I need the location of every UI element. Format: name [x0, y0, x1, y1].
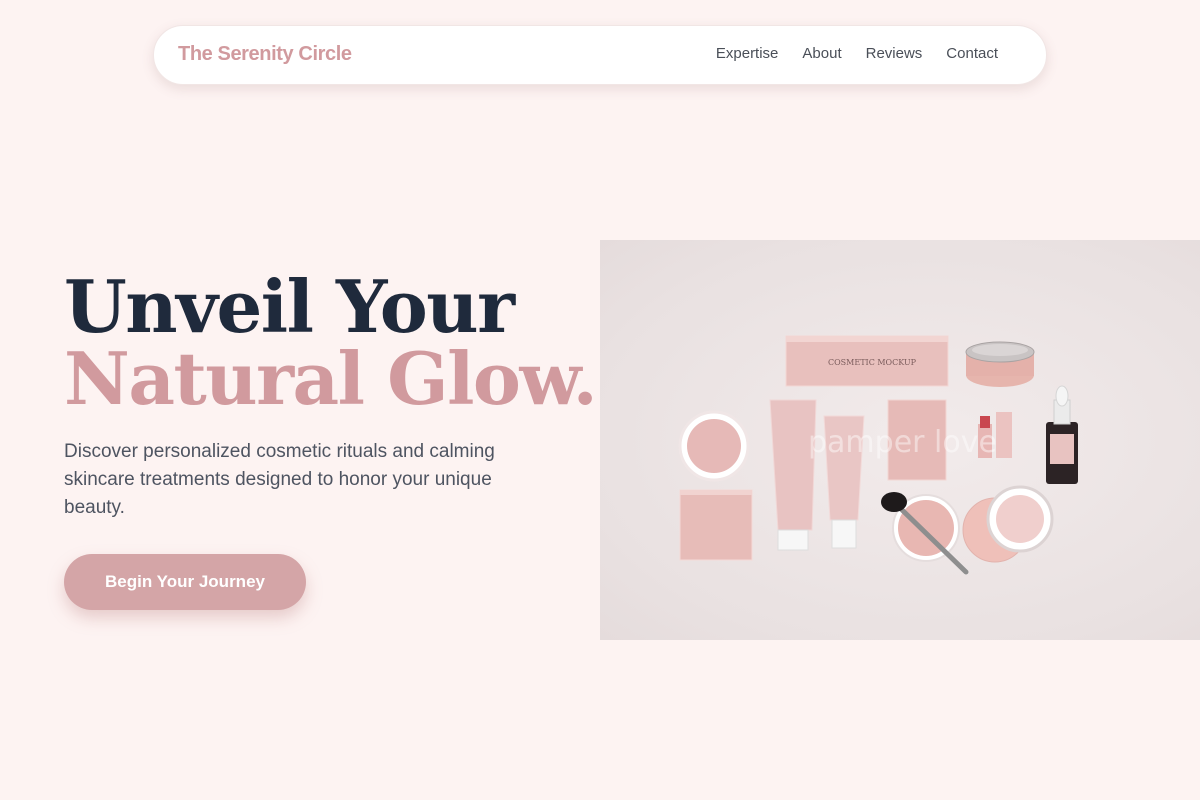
cosmetics-illustration: COSMETIC MOCKUP pamper love [678, 335, 1078, 575]
nav-links: Expertise About Reviews Contact [716, 45, 998, 62]
makeup-brush [881, 492, 907, 512]
nav-link-expertise[interactable]: Expertise [716, 45, 779, 62]
cosmetics-product-image: COSMETIC MOCKUP pamper love [600, 240, 1200, 640]
brand-logo[interactable]: The Serenity Circle [178, 43, 352, 66]
watermark-text: pamper love [808, 425, 997, 460]
hero-title: Unveil Your Natural Glow. [64, 264, 598, 421]
top-navbar: The Serenity Circle Expertise About Revi… [153, 25, 1047, 85]
hero-title-line2: Natural Glow. [64, 336, 598, 421]
square-product-box [679, 489, 753, 561]
long-box-label: COSMETIC MOCKUP [828, 358, 917, 367]
hero-description: Discover personalized cosmetic rituals a… [64, 441, 495, 518]
nav-link-about[interactable]: About [802, 45, 841, 62]
hero-title-line1: Unveil Your [64, 264, 515, 349]
nav-link-reviews[interactable]: Reviews [866, 45, 923, 62]
nav-link-contact[interactable]: Contact [946, 45, 998, 62]
begin-journey-button[interactable]: Begin Your Journey [64, 554, 306, 610]
